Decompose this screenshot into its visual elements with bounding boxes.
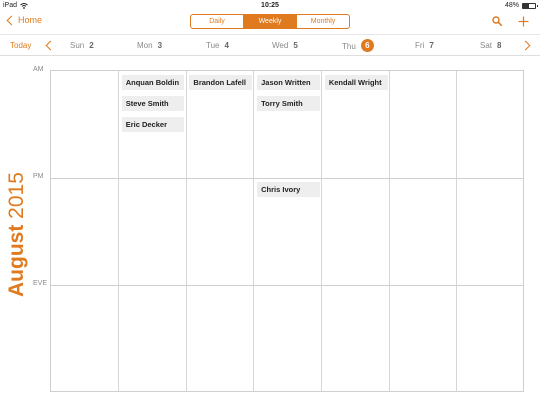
day-number: 5 bbox=[293, 41, 298, 50]
day-name: Mon bbox=[137, 41, 153, 50]
period-label-pm: PM bbox=[33, 173, 44, 180]
event-block[interactable]: Eric Decker bbox=[121, 117, 185, 132]
month-year-label: August 2015 bbox=[5, 172, 29, 297]
day-name: Fri bbox=[415, 41, 425, 50]
day-divider bbox=[118, 71, 119, 391]
month-name: August bbox=[5, 224, 28, 297]
day-divider bbox=[186, 71, 187, 391]
day-name: Tue bbox=[206, 41, 220, 50]
event-block[interactable]: Jason Written bbox=[257, 75, 320, 90]
view-switcher: Daily Weekly Monthly bbox=[190, 14, 350, 29]
day-thu[interactable]: Thu 6 bbox=[342, 39, 374, 52]
battery-percent: 48% bbox=[504, 2, 519, 9]
week-grid: Anquan Boldin Steve Smith Eric Decker Brand… bbox=[50, 70, 524, 392]
home-back-label: Home bbox=[18, 15, 43, 25]
battery-icon bbox=[522, 2, 538, 9]
day-name: Thu bbox=[342, 42, 356, 51]
chevron-right-icon bbox=[520, 40, 531, 51]
event-block[interactable]: Torry Smith bbox=[257, 96, 320, 111]
day-number: 4 bbox=[224, 41, 229, 50]
tab-weekly[interactable]: Weekly bbox=[243, 15, 296, 28]
home-back-button[interactable]: Home bbox=[6, 15, 42, 25]
period-divider bbox=[51, 178, 523, 179]
tab-daily[interactable]: Daily bbox=[191, 15, 243, 28]
day-number: 3 bbox=[157, 41, 163, 50]
tab-monthly[interactable]: Monthly bbox=[296, 15, 349, 28]
previous-week-button[interactable] bbox=[45, 40, 56, 51]
status-time: 10:25 bbox=[261, 2, 279, 9]
event-block[interactable]: Brandon Lafell bbox=[189, 75, 253, 90]
day-sat[interactable]: Sat 8 bbox=[480, 41, 501, 50]
period-divider bbox=[51, 285, 523, 286]
period-label-eve: EVE bbox=[33, 280, 48, 287]
day-name: Sat bbox=[480, 41, 493, 50]
today-button[interactable]: Today bbox=[10, 41, 31, 50]
day-divider bbox=[389, 71, 390, 391]
day-number: 7 bbox=[429, 41, 434, 50]
chevron-left-icon bbox=[6, 15, 17, 25]
day-divider bbox=[456, 71, 457, 391]
search-icon[interactable] bbox=[492, 16, 502, 26]
nav-bar: Home Daily Weekly Monthly bbox=[0, 11, 540, 33]
status-bar: iPad 10:25 48% bbox=[0, 0, 540, 11]
event-block[interactable]: Steve Smith bbox=[121, 96, 185, 111]
day-divider bbox=[321, 71, 322, 391]
week-day-strip: Today Sun 2 Mon 3 Tue 4 Wed 5 Thu 6 Fri … bbox=[0, 34, 540, 56]
day-divider bbox=[253, 71, 254, 391]
period-label-am: AM bbox=[33, 66, 44, 73]
day-fri[interactable]: Fri 7 bbox=[415, 41, 434, 50]
year-number: 2015 bbox=[5, 172, 28, 219]
day-number: 8 bbox=[497, 41, 502, 50]
chevron-left-icon bbox=[45, 40, 56, 51]
day-sun[interactable]: Sun 2 bbox=[70, 41, 94, 50]
day-mon[interactable]: Mon 3 bbox=[137, 41, 162, 50]
event-block[interactable]: Chris Ivory bbox=[257, 182, 320, 197]
day-number: 2 bbox=[89, 41, 94, 50]
event-block[interactable]: Kendall Wright bbox=[324, 75, 388, 90]
day-tue[interactable]: Tue 4 bbox=[206, 41, 229, 50]
add-event-icon[interactable] bbox=[518, 16, 529, 27]
day-name: Sun bbox=[70, 41, 85, 50]
next-week-button[interactable] bbox=[520, 40, 531, 51]
day-number-selected: 6 bbox=[360, 39, 374, 52]
status-right: 48% bbox=[504, 2, 538, 9]
day-wed[interactable]: Wed 5 bbox=[272, 41, 298, 50]
event-block[interactable]: Anquan Boldin bbox=[121, 75, 185, 90]
day-name: Wed bbox=[272, 41, 289, 50]
